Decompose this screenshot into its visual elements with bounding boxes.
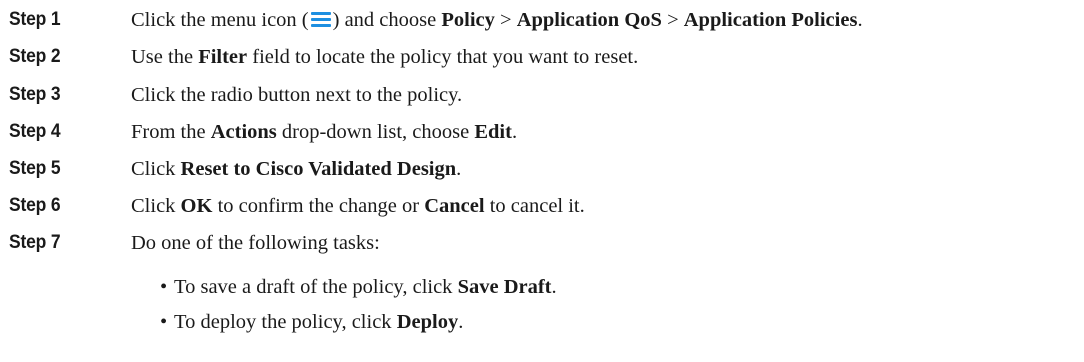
step-7: Step 7 Do one of the following tasks: <box>0 226 1084 260</box>
bullet: • <box>160 276 168 298</box>
step-text: From the Actions drop-down list, choose … <box>131 121 518 143</box>
menu-icon <box>310 11 331 27</box>
step-text: Use the Filter field to locate the polic… <box>131 46 639 68</box>
step-2: Step 2 Use the Filter field to locate th… <box>0 40 1084 74</box>
step-text: Click OK to confirm the change or Cancel… <box>131 195 585 217</box>
list-item: • To save a draft of the policy, click Sa… <box>160 270 557 304</box>
step-label: Step 5 <box>9 158 61 179</box>
step-1: Step 1 Click the menu icon () and choose… <box>0 3 1084 37</box>
step-label: Step 1 <box>9 9 61 30</box>
step-text: Click the radio button next to the polic… <box>131 84 463 106</box>
step-label: Step 3 <box>9 84 61 105</box>
step-text: Click Reset to Cisco Validated Design. <box>131 158 462 180</box>
step-text: Click the menu icon () and choose Policy… <box>131 9 863 31</box>
step-5: Step 5 Click Reset to Cisco Validated De… <box>0 152 1084 186</box>
step-6: Step 6 Click OK to confirm the change or… <box>0 189 1084 223</box>
step-4: Step 4 From the Actions drop-down list, … <box>0 115 1084 149</box>
step-text: Do one of the following tasks: <box>131 232 380 254</box>
step-label: Step 4 <box>9 121 61 142</box>
step-label: Step 7 <box>9 232 61 253</box>
bullet: • <box>160 311 168 333</box>
procedure-document: Step 1 Click the menu icon () and choose… <box>0 0 1084 362</box>
list-item: • To deploy the policy, click Deploy. <box>160 305 463 339</box>
step-label: Step 6 <box>9 195 61 216</box>
step-3: Step 3 Click the radio button next to th… <box>0 78 1084 112</box>
step-label: Step 2 <box>9 46 61 67</box>
